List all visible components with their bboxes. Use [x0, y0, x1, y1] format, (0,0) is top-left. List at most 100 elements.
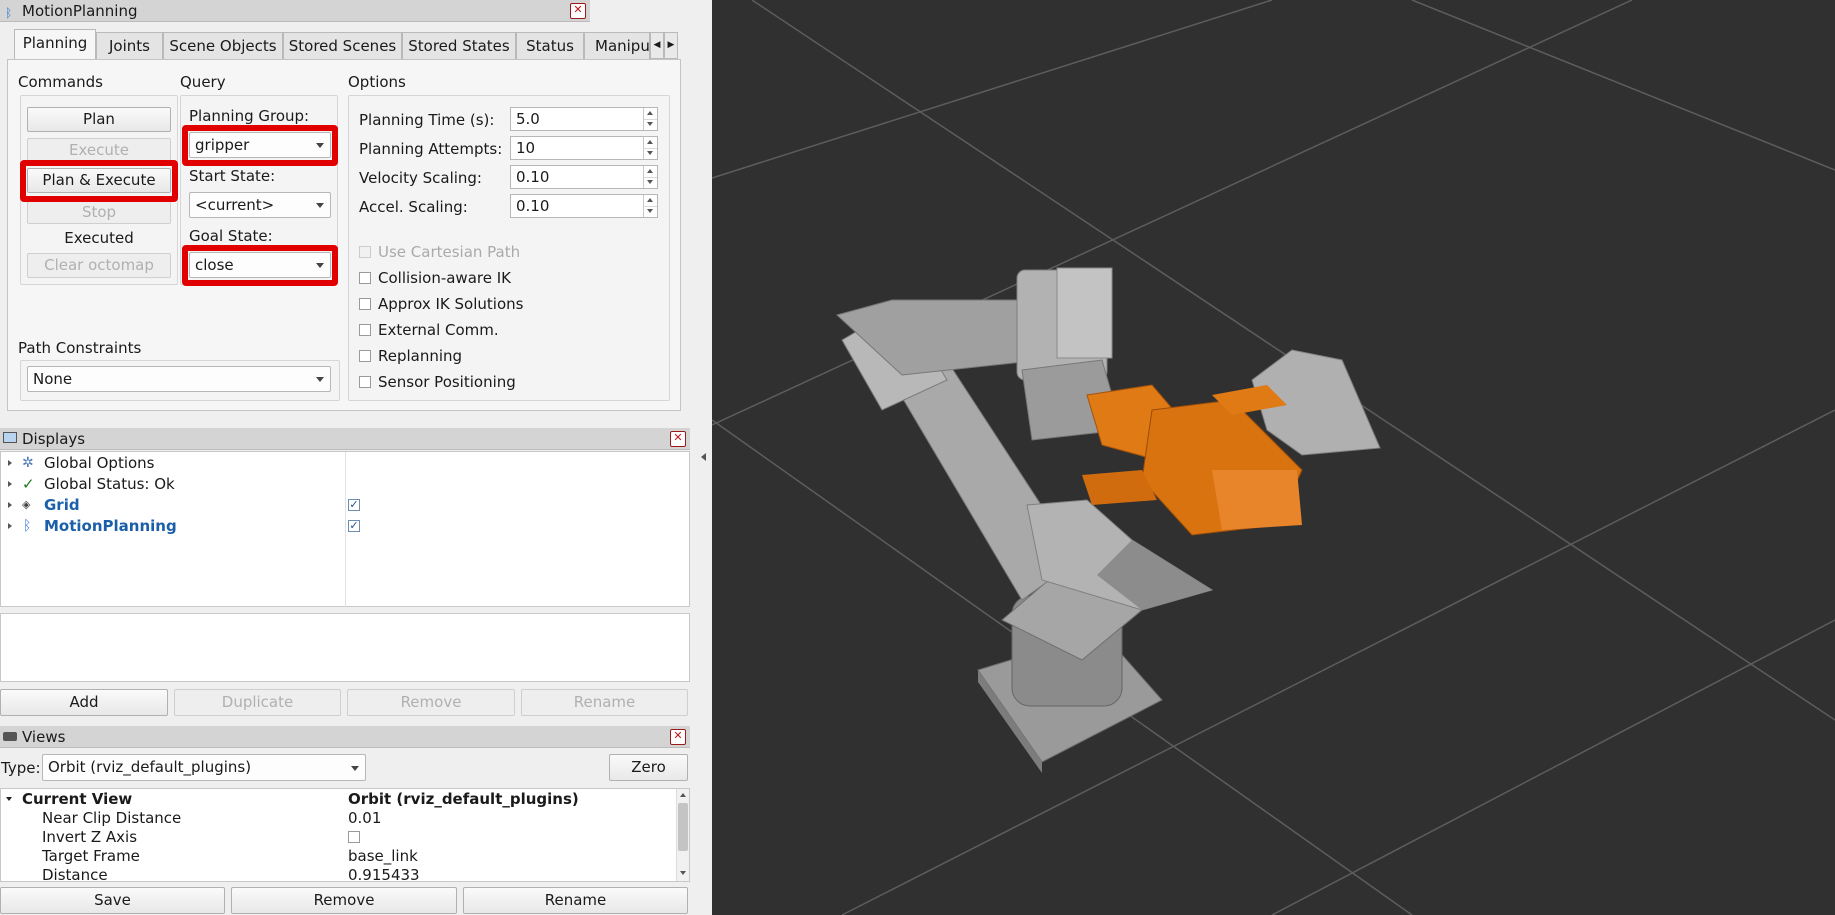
- motion-planning-title-bar[interactable]: ᛒ MotionPlanning ✕: [0, 0, 590, 22]
- tab-scene-objects[interactable]: Scene Objects: [163, 32, 283, 59]
- path-constraints-label: Path Constraints: [18, 339, 142, 357]
- spin-down-icon[interactable]: [643, 119, 657, 130]
- tree-row-current-view[interactable]: Current View Orbit (rviz_default_plugins…: [1, 789, 677, 809]
- highlight-plan-execute: [20, 160, 178, 202]
- external-comm-label: External Comm.: [378, 321, 499, 339]
- motion-planning-icon: ᛒ: [5, 6, 13, 20]
- close-icon[interactable]: ✕: [570, 3, 586, 19]
- displays-tree: ✲ Global Options ✓ Global Status: Ok ◈ G…: [0, 451, 690, 607]
- planning-attempts-spinbox[interactable]: 10: [510, 136, 658, 160]
- motion-planning-enabled-checkbox[interactable]: ✓: [348, 520, 360, 532]
- expand-arrow-icon[interactable]: [8, 460, 12, 466]
- expand-arrow-icon[interactable]: [8, 502, 12, 508]
- path-constraints-select[interactable]: None: [27, 366, 331, 392]
- tab-joints[interactable]: Joints: [96, 32, 163, 59]
- tree-label: Global Options: [44, 454, 155, 472]
- spin-down-icon[interactable]: [643, 177, 657, 188]
- duplicate-display-button[interactable]: Duplicate: [174, 689, 341, 716]
- remove-view-button[interactable]: Remove: [231, 887, 457, 914]
- collapse-arrow-icon[interactable]: [701, 453, 706, 461]
- external-comm-checkbox[interactable]: [359, 324, 371, 336]
- approx-ik-solutions-checkbox[interactable]: [359, 298, 371, 310]
- rename-view-button[interactable]: Rename: [463, 887, 688, 914]
- remove-display-button[interactable]: Remove: [347, 689, 515, 716]
- displays-title-bar[interactable]: Displays ✕: [0, 428, 690, 450]
- chevron-down-icon: [316, 203, 324, 208]
- scrollbar-thumb[interactable]: [678, 803, 688, 851]
- views-scrollbar[interactable]: [676, 789, 689, 881]
- grid-enabled-checkbox[interactable]: ✓: [348, 499, 360, 511]
- view-type-label: Type:: [1, 759, 41, 777]
- tree-label: MotionPlanning: [44, 517, 177, 535]
- gear-icon: ✲: [22, 455, 34, 471]
- expand-arrow-icon[interactable]: [8, 523, 12, 529]
- tree-label: Near Clip Distance: [42, 809, 182, 827]
- grid-and-robot-render: [712, 0, 1835, 915]
- tree-row-global-options[interactable]: ✲ Global Options: [1, 453, 345, 473]
- views-title: Views: [22, 728, 66, 746]
- stop-button[interactable]: Stop: [27, 200, 171, 224]
- tab-scroll-right-button[interactable]: ▶: [664, 32, 678, 59]
- tree-row-near-clip-distance[interactable]: Near Clip Distance 0.01: [1, 808, 677, 828]
- scroll-up-icon[interactable]: [680, 793, 686, 797]
- highlight-goal-state: [182, 245, 338, 286]
- close-icon[interactable]: ✕: [670, 729, 686, 745]
- render-viewport[interactable]: [712, 0, 1835, 915]
- accel-scaling-spinbox[interactable]: 0.10: [510, 194, 658, 218]
- spin-down-icon[interactable]: [643, 148, 657, 159]
- tab-status[interactable]: Status: [516, 32, 584, 59]
- planning-group-label: Planning Group:: [189, 107, 310, 125]
- tree-label: Grid: [44, 496, 80, 514]
- commands-label: Commands: [18, 73, 103, 91]
- invert-z-axis-checkbox[interactable]: [348, 831, 360, 843]
- start-state-select[interactable]: <current>: [189, 192, 331, 218]
- views-title-bar[interactable]: Views ✕: [0, 726, 690, 748]
- replanning-checkbox[interactable]: [359, 350, 371, 362]
- add-display-button[interactable]: Add: [0, 689, 168, 716]
- sensor-positioning-checkbox[interactable]: [359, 376, 371, 388]
- tab-scroll-left-button[interactable]: ◀: [650, 32, 664, 59]
- panel-title: MotionPlanning: [22, 2, 138, 20]
- tree-row-invert-z-axis[interactable]: Invert Z Axis: [1, 827, 677, 847]
- collapse-arrow-icon[interactable]: [6, 797, 12, 801]
- expand-arrow-icon[interactable]: [8, 481, 12, 487]
- sensor-positioning-label: Sensor Positioning: [378, 373, 516, 391]
- execution-status: Executed: [64, 229, 134, 247]
- planning-time-spinbox[interactable]: 5.0: [510, 107, 658, 131]
- tree-row-distance[interactable]: Distance 0.915433: [1, 865, 677, 881]
- tree-row-global-status[interactable]: ✓ Global Status: Ok: [1, 474, 345, 494]
- display-description-area: [0, 613, 690, 682]
- velocity-scaling-spinbox[interactable]: 0.10: [510, 165, 658, 189]
- clear-octomap-button[interactable]: Clear octomap: [27, 253, 171, 278]
- save-view-button[interactable]: Save: [0, 887, 225, 914]
- dock-splitter[interactable]: [690, 0, 712, 915]
- execute-button[interactable]: Execute: [27, 138, 171, 162]
- use-cartesian-path-checkbox[interactable]: [359, 246, 371, 258]
- tab-stored-scenes[interactable]: Stored Scenes: [283, 32, 402, 59]
- tree-row-motion-planning[interactable]: ᛒ MotionPlanning ✓: [1, 516, 691, 536]
- view-type-select[interactable]: Orbit (rviz_default_plugins): [42, 754, 366, 781]
- start-state-label: Start State:: [189, 167, 276, 185]
- goal-gripper: [1082, 384, 1303, 536]
- tab-stored-states[interactable]: Stored States: [402, 32, 516, 59]
- query-label: Query: [180, 73, 226, 91]
- goal-state-label: Goal State:: [189, 227, 273, 245]
- tab-manipulation[interactable]: Manipul: [584, 32, 650, 59]
- collision-aware-ik-label: Collision-aware IK: [378, 269, 511, 287]
- motion-planning-panel: ᛒ MotionPlanning ✕ Planning Joints Scene…: [0, 0, 681, 418]
- planning-attempts-label: Planning Attempts:: [359, 140, 503, 158]
- plan-button[interactable]: Plan: [27, 107, 171, 132]
- close-icon[interactable]: ✕: [670, 431, 686, 447]
- velocity-scaling-label: Velocity Scaling:: [359, 169, 482, 187]
- rename-display-button[interactable]: Rename: [521, 689, 688, 716]
- zero-button[interactable]: Zero: [609, 754, 688, 781]
- tree-row-target-frame[interactable]: Target Frame base_link: [1, 846, 677, 866]
- scroll-down-icon[interactable]: [680, 871, 686, 875]
- collision-aware-ik-checkbox[interactable]: [359, 272, 371, 284]
- tree-label: Global Status: Ok: [44, 475, 175, 493]
- spin-down-icon[interactable]: [643, 206, 657, 217]
- camera-icon: [3, 732, 17, 741]
- tree-row-grid[interactable]: ◈ Grid ✓: [1, 495, 691, 515]
- displays-title: Displays: [22, 430, 86, 448]
- tab-planning[interactable]: Planning: [14, 29, 96, 60]
